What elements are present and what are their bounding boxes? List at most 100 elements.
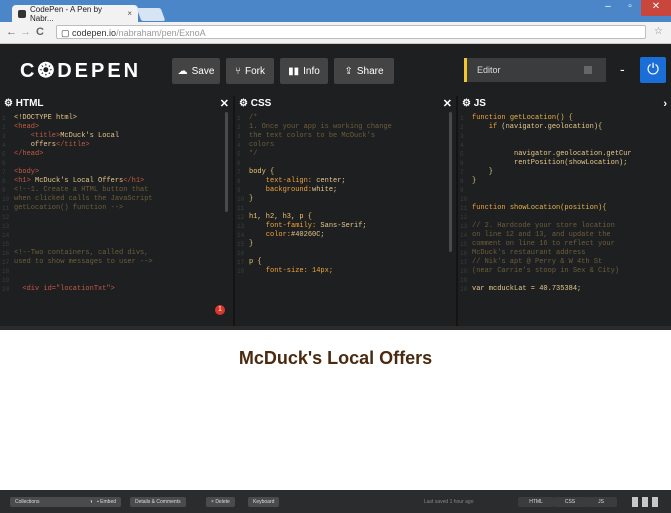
url-field[interactable]: ▢ codepen.io/nabraham/pen/ExnoA <box>56 25 646 39</box>
code-token: } <box>249 195 254 203</box>
code-line: 6 <box>0 159 233 168</box>
browser-tab-title: CodePen - A Pen by Nabr... <box>29 4 103 23</box>
code-line: 17 used to show messages to user --> <box>0 258 233 267</box>
settings-gear-icon[interactable]: ⚙ <box>4 98 16 109</box>
code-line: 3 <box>458 132 671 141</box>
code-line: 11 <box>235 204 456 213</box>
collections-button[interactable]: Collections ▾ <box>10 497 98 507</box>
codepen-logo[interactable]: C❂DEPEN <box>20 58 141 83</box>
code-line: 6 <box>235 159 456 168</box>
line-number: 16 <box>2 250 10 257</box>
code-token: <!--Two containers, called divs, <box>14 249 149 257</box>
code-line: 13 <box>0 222 233 231</box>
code-token: } <box>472 177 477 185</box>
save-label: Save <box>191 65 215 77</box>
html-pane-close-icon[interactable]: ✕ <box>220 96 229 112</box>
share-button[interactable]: ⇪ Share <box>334 58 394 84</box>
html-view-toggle[interactable]: HTML <box>518 497 554 507</box>
code-token: <head> <box>14 123 40 131</box>
editor-view-select[interactable]: Editor <box>464 58 606 82</box>
line-number: 5 <box>2 151 6 158</box>
share-label: Share <box>356 65 384 77</box>
delete-button[interactable]: × Delete <box>206 497 235 507</box>
js-pane-close-icon[interactable]: › <box>663 96 667 112</box>
line-number: 15 <box>2 241 10 248</box>
js-code-editor[interactable]: 1 function getLocation() {2 if (navigator… <box>458 112 671 328</box>
settings-gear-icon[interactable]: ⚙ <box>239 98 251 109</box>
code-line: 7 <body> <box>0 168 233 177</box>
last-saved-status: Last saved 1 hour ago <box>424 499 474 505</box>
code-token: on line 12 and 13, and update the <box>472 231 611 239</box>
embed-button[interactable]: ▪ Embed <box>92 497 122 507</box>
html-code-editor[interactable]: 1 <!DOCTYPE html> 2 <head> 3 <title>McDuck's… <box>0 112 233 328</box>
code-line: 3 <title>McDuck's Local <box>0 132 233 141</box>
css-code-editor[interactable]: 1 /* 2 1. Once your app is working change 3 t… <box>235 112 456 328</box>
window-close-button[interactable]: ✕ <box>641 0 671 16</box>
code-line: 3 the text colors to be McDuck's <box>235 132 456 141</box>
css-pane-close-icon[interactable]: ✕ <box>443 96 452 112</box>
css-scrollbar[interactable] <box>449 112 452 252</box>
bookmark-star-icon[interactable]: ☆ <box>654 26 663 37</box>
layout-top-icon[interactable] <box>642 497 648 507</box>
js-pane-title: JS <box>473 98 486 109</box>
code-line: 14 <box>0 231 233 240</box>
keyboard-button[interactable]: Keyboard <box>248 497 280 507</box>
css-pane: ⚙ CSS ✕ 1 /* 2 1. Once your app is working … <box>235 96 456 328</box>
code-line: 1 /* <box>235 114 456 123</box>
code-line: 17 p { <box>235 258 456 267</box>
line-number: 7 <box>2 169 6 176</box>
css-view-toggle[interactable]: CSS <box>554 497 586 507</box>
line-number: 6 <box>2 160 6 167</box>
minimize-button[interactable]: – <box>597 0 619 16</box>
code-token: offers <box>14 141 57 149</box>
code-token: font-size: 14px; <box>249 267 334 275</box>
embed-label: Embed <box>100 499 117 505</box>
line-number: 10 <box>2 196 10 203</box>
minimize-editors-icon[interactable]: - <box>620 62 625 76</box>
tab-close-icon[interactable]: × <box>127 9 132 18</box>
browser-titlebar: CodePen - A Pen by Nabr... × – ▫ ✕ <box>0 0 671 23</box>
code-token: var mcduckLat = 40.735384; <box>472 285 582 293</box>
fork-button[interactable]: ⑂ Fork <box>226 58 274 84</box>
line-number: 4 <box>460 142 464 149</box>
code-token: getLocation() { <box>509 114 573 122</box>
line-number: 1 <box>460 115 464 122</box>
js-view-toggle[interactable]: JS <box>585 497 617 507</box>
code-line: 20 var mcduckLat = 40.735384; <box>458 285 671 294</box>
code-token: <body> <box>14 168 40 176</box>
error-badge[interactable]: 1 <box>215 305 225 315</box>
layout-left-icon[interactable] <box>632 497 638 507</box>
code-line: 8 text-align: center; <box>235 177 456 186</box>
code-line: 9 <!--1. Create a HTML button that <box>0 186 233 195</box>
new-tab-button[interactable] <box>136 8 166 21</box>
layout-right-icon[interactable] <box>652 497 658 507</box>
power-icon[interactable]: ⏻ <box>640 57 666 83</box>
code-token: </h1> <box>123 177 145 185</box>
details-comments-button[interactable]: Details & Comments <box>130 497 186 507</box>
line-number: 5 <box>237 151 241 158</box>
back-arrow-icon[interactable]: ← <box>6 26 17 38</box>
code-token: 1. Once your app is working change <box>249 123 392 131</box>
code-line: 1 function getLocation() { <box>458 114 671 123</box>
code-token: font-family: <box>249 222 321 230</box>
info-button[interactable]: ▮▮ Info <box>280 58 328 84</box>
reload-icon[interactable]: C <box>36 26 44 38</box>
code-token: if <box>472 123 502 131</box>
code-token: function <box>472 114 510 122</box>
code-token: McDuck's Local <box>60 132 120 140</box>
code-line: 10 <box>458 195 671 204</box>
browser-tab[interactable]: CodePen - A Pen by Nabr... × <box>12 4 138 23</box>
line-number: 8 <box>460 178 464 185</box>
code-token: navigator.geolocation.getCur <box>472 150 632 158</box>
code-line: 8} <box>458 177 671 186</box>
settings-gear-icon[interactable]: ⚙ <box>462 98 474 109</box>
code-line: 2 <head> <box>0 123 233 132</box>
code-token: <!DOCTYPE html> <box>14 114 78 122</box>
line-number: 17 <box>460 259 468 266</box>
html-scrollbar[interactable] <box>225 112 228 212</box>
codepen-header: C❂DEPEN ☁ Save ⑂ Fork ▮▮ Info ⇪ Share Ed… <box>0 44 671 96</box>
save-button[interactable]: ☁ Save <box>172 58 220 84</box>
line-number: 17 <box>2 259 10 266</box>
forward-arrow-icon[interactable]: → <box>20 26 31 38</box>
maximize-button[interactable]: ▫ <box>619 0 641 16</box>
